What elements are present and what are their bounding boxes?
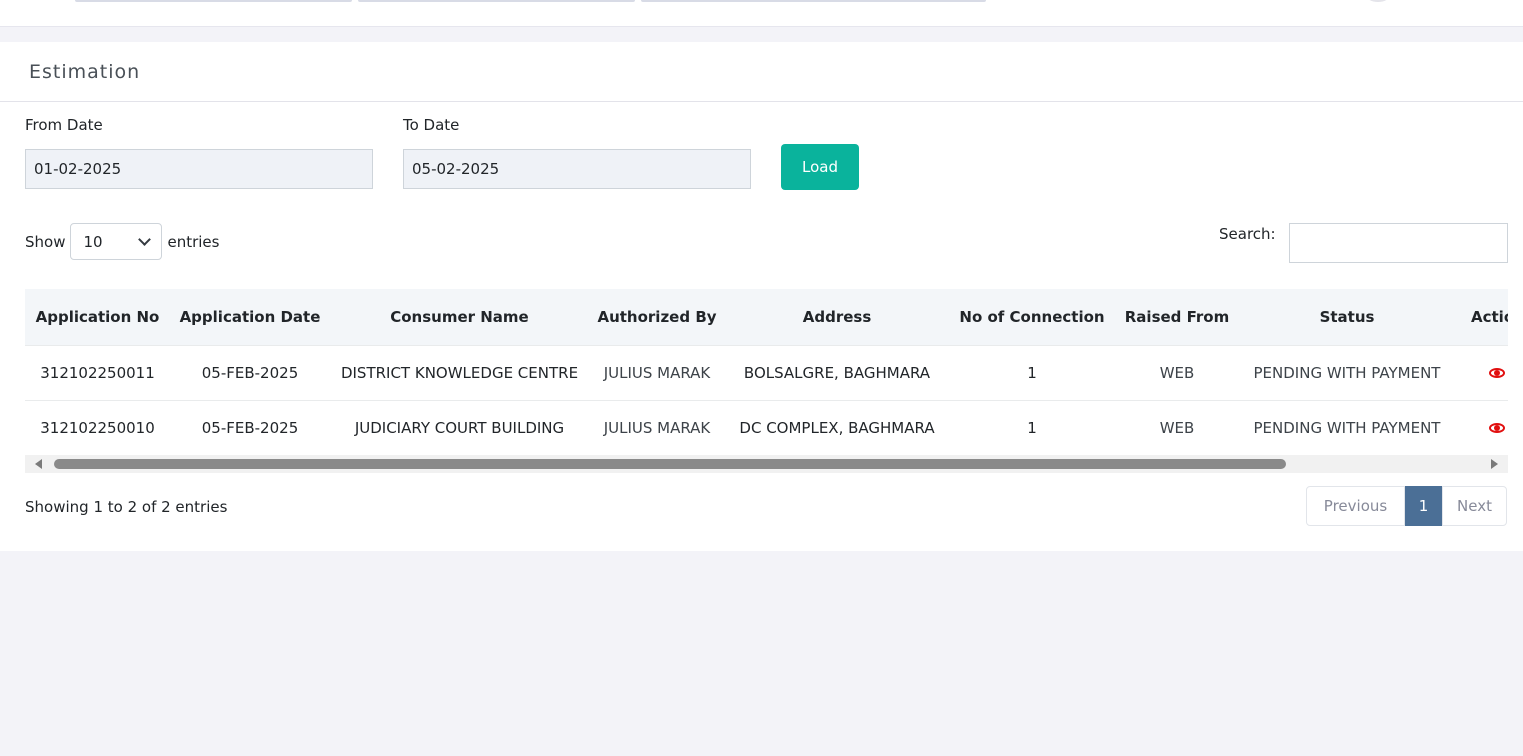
- cell-address: BOLSALGRE, BAGHMARA: [743, 363, 931, 382]
- avatar[interactable]: [1366, 0, 1390, 2]
- scroll-right-icon[interactable]: [1491, 459, 1498, 469]
- to-date-input[interactable]: [403, 149, 751, 189]
- column-header[interactable]: Consumer Name: [330, 289, 589, 345]
- search-input[interactable]: [1289, 223, 1508, 263]
- column-header[interactable]: Application No: [25, 289, 170, 345]
- cell-application-date: 05-FEB-2025: [201, 363, 299, 382]
- search-label: Search:: [1219, 225, 1276, 243]
- cell-application-date: 05-FEB-2025: [201, 418, 299, 437]
- show-label: Show: [25, 232, 66, 251]
- column-header[interactable]: Address: [725, 289, 949, 345]
- page-length-value: 10: [83, 232, 103, 251]
- column-header[interactable]: Raised From: [1115, 289, 1239, 345]
- estimation-table-wrapper: Application No Application Date Consumer…: [25, 289, 1508, 474]
- page-length-select[interactable]: 10: [70, 223, 163, 260]
- column-header[interactable]: Authorized By: [589, 289, 725, 345]
- cell-authorized-by: JULIUS MARAK: [603, 363, 711, 382]
- from-date-label: From Date: [25, 116, 103, 134]
- cell-consumer-name: DISTRICT KNOWLEDGE CENTRE: [340, 363, 579, 382]
- cell-address: DC COMPLEX, BAGHMARA: [739, 418, 935, 437]
- page-length-control: Show 10 entries: [25, 223, 219, 260]
- table-row: 312102250011 05-FEB-2025 DISTRICT KNOWLE…: [25, 345, 1508, 400]
- cell-status: PENDING WITH PAYMENT: [1253, 418, 1441, 437]
- chevron-down-icon: [138, 232, 152, 246]
- load-button[interactable]: Load: [781, 144, 859, 190]
- table-header-row: Application No Application Date Consumer…: [25, 289, 1508, 345]
- scroll-left-icon[interactable]: [35, 459, 42, 469]
- top-navbar: [0, 0, 1523, 27]
- horizontal-scrollbar[interactable]: [25, 455, 1508, 473]
- to-date-label: To Date: [403, 116, 460, 134]
- table-row: 312102250010 05-FEB-2025 JUDICIARY COURT…: [25, 400, 1508, 455]
- pagination: Previous 1 Next: [1306, 486, 1507, 526]
- scrollbar-thumb[interactable]: [54, 459, 1286, 469]
- from-date-input[interactable]: [25, 149, 373, 189]
- next-page-button[interactable]: Next: [1442, 486, 1507, 526]
- column-header[interactable]: Action: [1455, 289, 1508, 345]
- cell-raised-from: WEB: [1159, 363, 1195, 382]
- previous-page-button[interactable]: Previous: [1306, 486, 1405, 526]
- estimation-table: Application No Application Date Consumer…: [25, 289, 1508, 455]
- column-header[interactable]: No of Connection: [949, 289, 1115, 345]
- entries-label: entries: [167, 232, 220, 251]
- estimation-card: Estimation From Date To Date Load Show 1…: [0, 42, 1523, 551]
- cell-connections: 1: [1027, 363, 1037, 382]
- page-title: Estimation: [29, 60, 141, 83]
- column-header[interactable]: Application Date: [170, 289, 330, 345]
- eye-icon[interactable]: [1489, 367, 1505, 378]
- nav-field-edge: [641, 0, 986, 2]
- cell-authorized-by: JULIUS MARAK: [603, 418, 711, 437]
- column-header[interactable]: Status: [1239, 289, 1455, 345]
- cell-consumer-name: JUDICIARY COURT BUILDING: [354, 418, 565, 437]
- cell-application-no: 312102250011: [40, 363, 155, 382]
- page-number-button[interactable]: 1: [1405, 486, 1442, 526]
- cell-raised-from: WEB: [1159, 418, 1195, 437]
- cell-status: PENDING WITH PAYMENT: [1253, 363, 1441, 382]
- cell-action: [1455, 345, 1508, 400]
- nav-field-edge: [358, 0, 635, 2]
- card-header: Estimation: [0, 42, 1523, 102]
- nav-field-edge: [75, 0, 352, 2]
- cell-action: [1455, 400, 1508, 455]
- table-info: Showing 1 to 2 of 2 entries: [25, 498, 228, 516]
- cell-application-no: 312102250010: [40, 418, 155, 437]
- eye-icon[interactable]: [1489, 422, 1505, 433]
- cell-connections: 1: [1027, 418, 1037, 437]
